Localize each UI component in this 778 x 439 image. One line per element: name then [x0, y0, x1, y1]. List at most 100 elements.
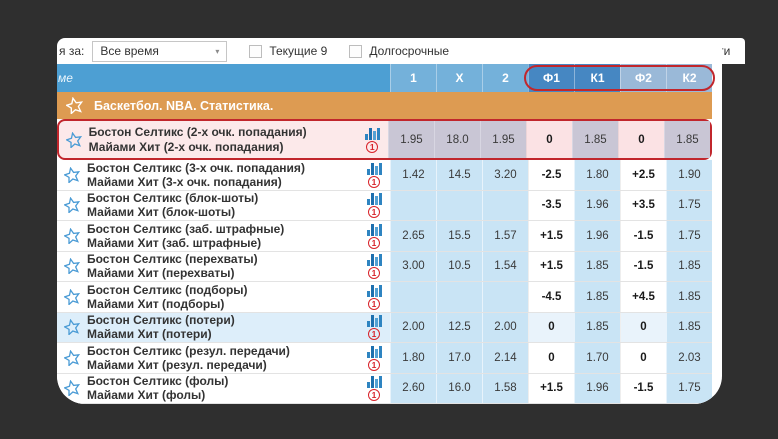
odds-cell-Ф1[interactable]: +1.5: [528, 252, 574, 282]
event-row[interactable]: Бостон Селтикс (резул. передачи) Майами …: [57, 343, 712, 374]
odds-cell-К1[interactable]: 1.96: [574, 191, 620, 221]
odds-cell-Ф2[interactable]: 0: [620, 343, 666, 373]
odds-cell-К2[interactable]: 1.75: [666, 221, 712, 251]
event-row[interactable]: Бостон Селтикс (перехваты) Майами Хит (п…: [57, 252, 712, 283]
stats-bar-chart-icon[interactable]: [367, 192, 382, 205]
live-marker-icon[interactable]: 1: [368, 298, 380, 310]
odds-cell-Ф1[interactable]: +1.5: [528, 374, 574, 404]
stats-bar-chart-icon[interactable]: [367, 162, 382, 175]
odds-cell-X[interactable]: 16.0: [436, 374, 482, 404]
odds-cell-1[interactable]: 1.80: [390, 343, 436, 373]
event-name-cell[interactable]: Бостон Селтикс (3-х очк. попадания) Майа…: [87, 160, 358, 190]
odds-cell-К1[interactable]: 1.85: [574, 282, 620, 312]
odds-cell-К1[interactable]: 1.96: [574, 374, 620, 404]
odds-cell-К1[interactable]: 1.85: [572, 121, 618, 158]
favorite-star-cell[interactable]: [57, 191, 87, 221]
odds-cell-К2[interactable]: 1.75: [666, 374, 712, 404]
odds-cell-К2[interactable]: 1.90: [666, 160, 712, 190]
stats-bar-chart-icon[interactable]: [367, 284, 382, 297]
odds-cell-X[interactable]: 10.5: [436, 252, 482, 282]
live-marker-icon[interactable]: 1: [368, 206, 380, 218]
odds-cell-1[interactable]: 1.95: [388, 121, 434, 158]
live-marker-icon[interactable]: 1: [368, 176, 380, 188]
live-marker-icon[interactable]: 1: [368, 389, 380, 401]
odds-cell-2[interactable]: 2.14: [482, 343, 528, 373]
odds-cell-Ф1[interactable]: 0: [526, 121, 572, 158]
odds-cell-2[interactable]: [482, 191, 528, 221]
odds-cell-К2[interactable]: 1.85: [666, 282, 712, 312]
stats-bar-chart-icon[interactable]: [367, 223, 382, 236]
favorite-star-cell[interactable]: [57, 160, 87, 190]
odds-cell-2[interactable]: 1.95: [480, 121, 526, 158]
odds-cell-Ф1[interactable]: -4.5: [528, 282, 574, 312]
event-name-cell[interactable]: Бостон Селтикс (резул. передачи) Майами …: [87, 343, 358, 373]
odds-cell-X[interactable]: 17.0: [436, 343, 482, 373]
favorite-star-cell[interactable]: [59, 121, 89, 158]
odds-cell-2[interactable]: 1.54: [482, 252, 528, 282]
header-col-f1[interactable]: Ф1: [528, 64, 574, 92]
odds-cell-Ф2[interactable]: -1.5: [620, 221, 666, 251]
favorite-star-cell[interactable]: [57, 221, 87, 251]
odds-cell-X[interactable]: 14.5: [436, 160, 482, 190]
odds-cell-X[interactable]: [436, 282, 482, 312]
favorite-star-icon[interactable]: [64, 319, 80, 335]
odds-cell-1[interactable]: [390, 282, 436, 312]
odds-cell-1[interactable]: 2.00: [390, 313, 436, 343]
odds-cell-X[interactable]: [436, 191, 482, 221]
header-col-k1[interactable]: К1: [574, 64, 620, 92]
live-marker-icon[interactable]: 1: [368, 237, 380, 249]
favorite-star-cell[interactable]: [57, 313, 87, 343]
event-name-cell[interactable]: Бостон Селтикс (заб. штрафные) Майами Хи…: [87, 221, 358, 251]
odds-cell-1[interactable]: 3.00: [390, 252, 436, 282]
odds-cell-Ф1[interactable]: 0: [528, 343, 574, 373]
odds-cell-К1[interactable]: 1.85: [574, 252, 620, 282]
favorite-star-icon[interactable]: [66, 132, 82, 148]
odds-cell-Ф1[interactable]: 0: [528, 313, 574, 343]
event-name-cell[interactable]: Бостон Селтикс (фолы) Майами Хит (фолы): [87, 374, 358, 404]
favorite-star-icon[interactable]: [64, 289, 80, 305]
event-name-cell[interactable]: Бостон Селтикс (подборы) Майами Хит (под…: [87, 282, 358, 312]
odds-cell-К1[interactable]: 1.80: [574, 160, 620, 190]
odds-cell-К2[interactable]: 1.75: [666, 191, 712, 221]
odds-cell-Ф2[interactable]: -1.5: [620, 252, 666, 282]
favorite-star-icon[interactable]: [64, 228, 80, 244]
odds-cell-К2[interactable]: 2.03: [666, 343, 712, 373]
stats-bar-chart-icon[interactable]: [367, 345, 382, 358]
odds-cell-Ф1[interactable]: -2.5: [528, 160, 574, 190]
favorite-star-icon[interactable]: [66, 97, 83, 114]
odds-cell-2[interactable]: 1.58: [482, 374, 528, 404]
odds-cell-2[interactable]: 3.20: [482, 160, 528, 190]
odds-cell-2[interactable]: 1.57: [482, 221, 528, 251]
event-name-cell[interactable]: Бостон Селтикс (блок-шоты) Майами Хит (б…: [87, 191, 358, 221]
odds-cell-Ф2[interactable]: +3.5: [620, 191, 666, 221]
current-checkbox[interactable]: [249, 45, 262, 58]
odds-cell-К1[interactable]: 1.85: [574, 313, 620, 343]
event-row[interactable]: Бостон Селтикс (блок-шоты) Майами Хит (б…: [57, 191, 712, 222]
odds-cell-К2[interactable]: 1.85: [664, 121, 710, 158]
odds-cell-Ф2[interactable]: 0: [618, 121, 664, 158]
odds-cell-Ф1[interactable]: -3.5: [528, 191, 574, 221]
favorite-star-icon[interactable]: [64, 380, 80, 396]
favorite-star-cell[interactable]: [57, 374, 87, 404]
event-row[interactable]: Бостон Селтикс (3-х очк. попадания) Майа…: [57, 160, 712, 191]
odds-cell-1[interactable]: 2.65: [390, 221, 436, 251]
odds-cell-К2[interactable]: 1.85: [666, 252, 712, 282]
odds-cell-К2[interactable]: 1.85: [666, 313, 712, 343]
odds-cell-X[interactable]: 18.0: [434, 121, 480, 158]
odds-cell-К1[interactable]: 1.70: [574, 343, 620, 373]
odds-cell-Ф1[interactable]: +1.5: [528, 221, 574, 251]
header-col-x[interactable]: X: [436, 64, 482, 92]
event-name-cell[interactable]: Бостон Селтикс (потери) Майами Хит (поте…: [87, 313, 358, 343]
favorite-star-cell[interactable]: [57, 252, 87, 282]
event-name-cell[interactable]: Бостон Селтикс (2-х очк. попадания) Майа…: [89, 121, 357, 158]
favorite-star-cell[interactable]: [57, 282, 87, 312]
odds-cell-1[interactable]: [390, 191, 436, 221]
event-name-cell[interactable]: Бостон Селтикс (перехваты) Майами Хит (п…: [87, 252, 358, 282]
header-col-f2[interactable]: Ф2: [620, 64, 666, 92]
event-row[interactable]: Бостон Селтикс (2-х очк. попадания) Майа…: [57, 119, 712, 160]
odds-cell-1[interactable]: 2.60: [390, 374, 436, 404]
odds-cell-Ф2[interactable]: -1.5: [620, 374, 666, 404]
stats-bar-chart-icon[interactable]: [367, 375, 382, 388]
live-marker-icon[interactable]: 1: [368, 328, 380, 340]
event-row[interactable]: Бостон Селтикс (подборы) Майами Хит (под…: [57, 282, 712, 313]
